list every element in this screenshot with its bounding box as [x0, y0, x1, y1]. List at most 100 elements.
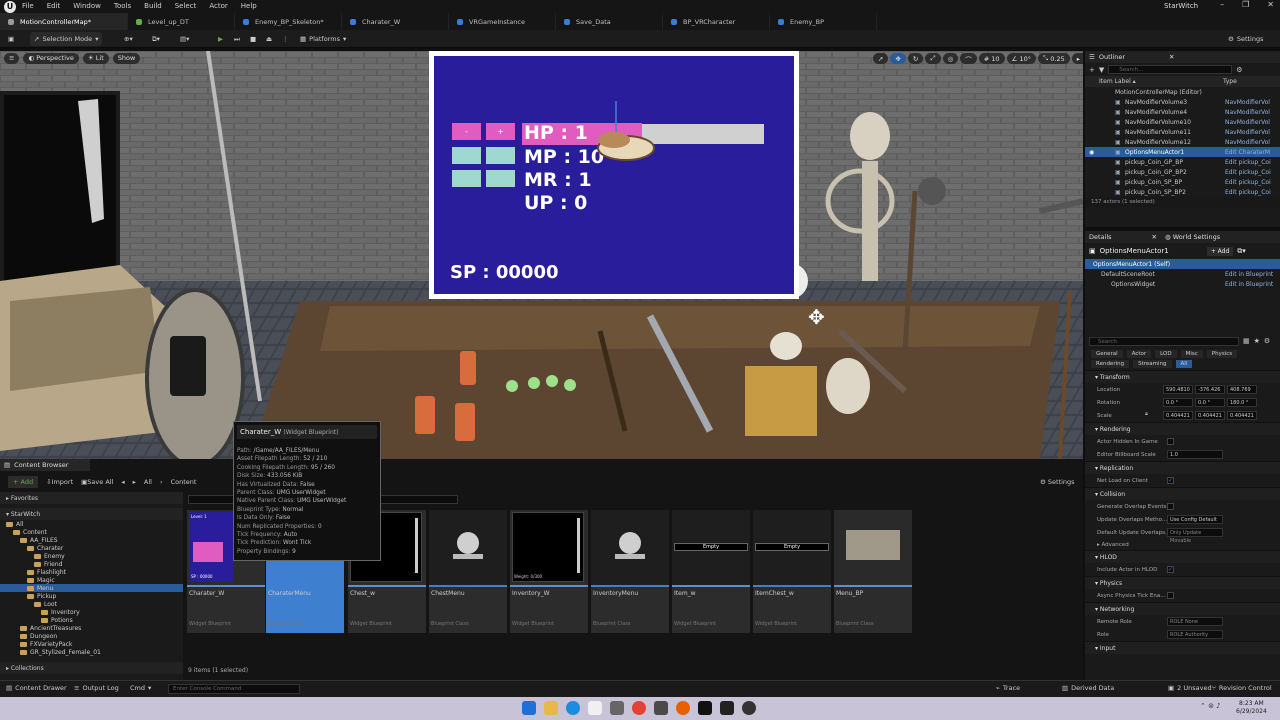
scale-snap-button[interactable]: ⤡ 0.25 — [1037, 53, 1070, 64]
taskbar-clock[interactable]: 8:23 AM 6/29/2024 — [1236, 700, 1267, 716]
tab-vrgameinstance[interactable]: VRGameInstance — [449, 13, 556, 30]
gizmo-move-icon[interactable]: ✥ — [808, 305, 825, 329]
maximize-icon[interactable]: ❐ — [1242, 0, 1249, 9]
outliner-row[interactable]: ▣ pickup_Coin_GP_BP2 Edit pickup_Coi — [1085, 167, 1280, 177]
file-explorer-icon[interactable] — [544, 701, 558, 715]
tab-bp-vrcharacter[interactable]: BP_VRCharacter — [663, 13, 770, 30]
close-tab-icon[interactable]: ✕ — [1169, 53, 1174, 61]
grid-view-icon[interactable]: ▦ — [1243, 337, 1250, 345]
output-log-button[interactable]: ≡ Output Log — [74, 684, 119, 692]
section-networking[interactable]: ▾ Networking — [1085, 602, 1280, 615]
outliner-tab[interactable]: ☰ Outliner ✕ — [1085, 51, 1280, 63]
rotation-y-field[interactable]: 0.0 ° — [1195, 398, 1225, 407]
edge-icon[interactable] — [566, 701, 580, 715]
location-y-field[interactable]: -376.426 — [1195, 385, 1225, 394]
cmd-dropdown[interactable]: Cmd ▾ — [130, 684, 151, 692]
filter-chip[interactable]: Streaming — [1133, 360, 1172, 368]
settings-gear-icon[interactable]: ⚙ — [1264, 337, 1270, 345]
close-icon[interactable]: ✕ — [1267, 0, 1274, 9]
outliner-row[interactable]: ▣ pickup_Coin_SP_BP Edit pickup_Coi — [1085, 177, 1280, 187]
perspective-button[interactable]: ◐ Perspective — [23, 52, 79, 64]
trace-button[interactable]: ⌁ Trace — [996, 684, 1020, 692]
revision-control-button[interactable]: ⑂ Revision Control — [1212, 684, 1272, 692]
billboard-scale-field[interactable]: 1.0 — [1167, 450, 1223, 459]
rotation-x-field[interactable]: 0.0 ° — [1163, 398, 1193, 407]
cb-settings-button[interactable]: ⚙ Settings — [1040, 478, 1075, 486]
folder-tree-item[interactable]: Loot — [0, 600, 183, 608]
blueprint-icon[interactable]: ⧉▾ — [1237, 247, 1246, 256]
filter-chip[interactable]: Physics — [1206, 350, 1238, 358]
folder-tree-item[interactable]: AncientTreasures — [0, 624, 183, 632]
update-overlaps-dropdown[interactable]: Use Config Default — [1167, 515, 1223, 524]
menu-window[interactable]: Window — [73, 2, 101, 10]
add-icon[interactable]: + — [1089, 66, 1095, 74]
import-button[interactable]: ⇩Import — [46, 478, 73, 486]
section-hlod[interactable]: ▾ HLOD — [1085, 550, 1280, 563]
tab-charater-w[interactable]: Charater_W — [342, 13, 449, 30]
folder-tree-item[interactable]: Friend — [0, 560, 183, 568]
windows-start-icon[interactable] — [522, 701, 536, 715]
outliner-row[interactable]: ▣ pickup_Coin_SP_BP2 Edit pickup_Coi — [1085, 187, 1280, 197]
menu-actor[interactable]: Actor — [209, 2, 227, 10]
viewport-options-button[interactable]: ≡ — [4, 52, 20, 64]
filter-chip[interactable]: Misc — [1180, 350, 1203, 358]
asset-tile[interactable]: Menu_BP Blueprint Class — [834, 510, 912, 633]
details-search-input[interactable]: Search — [1089, 336, 1239, 346]
show-button[interactable]: Show — [112, 52, 141, 64]
platforms-dropdown[interactable]: ▦ Platforms ▾ — [296, 32, 350, 46]
project-root-header[interactable]: ▾ StarWitch — [0, 508, 183, 520]
asset-tile[interactable]: Empty Item_w Widget Blueprint — [672, 510, 750, 633]
outliner-row[interactable]: ▣ NavModifierVolume3 NavModifierVol — [1085, 97, 1280, 107]
folder-tree-item[interactable]: Charater — [0, 544, 183, 552]
settings-gear-icon[interactable]: ⚙ — [1236, 66, 1242, 74]
section-rendering[interactable]: ▾ Rendering — [1085, 422, 1280, 435]
folder-tree-item[interactable]: All — [0, 520, 183, 528]
derived-data-button[interactable]: ▥ Derived Data — [1062, 684, 1114, 692]
folder-tree-item[interactable]: Enemy — [0, 552, 183, 560]
obs-icon[interactable] — [742, 701, 756, 715]
filter-chip[interactable]: General — [1091, 350, 1123, 358]
menu-build[interactable]: Build — [144, 2, 162, 10]
content-drawer-button[interactable]: ▤ Content Drawer — [6, 684, 67, 692]
tab-enemy-bp[interactable]: Enemy_BP — [770, 13, 877, 30]
role-dropdown[interactable]: ROLE Authority — [1167, 630, 1223, 639]
skip-icon[interactable]: ⏭ — [230, 32, 244, 46]
add-component-button[interactable]: + Add — [1206, 246, 1234, 256]
add-actor-icon[interactable]: ⊕▾ — [120, 32, 137, 46]
unreal-taskbar-icon[interactable] — [698, 701, 712, 715]
cinematics-icon[interactable]: ▤▾ — [176, 32, 193, 46]
menu-edit[interactable]: Edit — [47, 2, 61, 10]
scale-z-field[interactable]: 0.404421 — [1227, 411, 1257, 420]
recorder-icon[interactable] — [720, 701, 734, 715]
generate-overlap-checkbox[interactable] — [1167, 503, 1174, 510]
outliner-row[interactable]: ▣ pickup_Coin_GP_BP Edit pickup_Coi — [1085, 157, 1280, 167]
save-icon[interactable]: ▣ — [4, 32, 18, 46]
play-icon[interactable]: ▶ — [214, 32, 227, 46]
console-input[interactable]: Enter Console Command — [168, 684, 300, 694]
breadcrumb-all[interactable]: All — [144, 478, 152, 486]
notepad-icon[interactable] — [588, 701, 602, 715]
section-replication[interactable]: ▾ Replication — [1085, 461, 1280, 474]
asset-tile[interactable]: Weight: 0/300 Inventory_W Widget Blueprint — [510, 510, 588, 633]
folder-tree-item[interactable]: Flashlight — [0, 568, 183, 576]
filter-chip[interactable]: All — [1175, 360, 1193, 368]
history-back-icon[interactable]: ◂ — [121, 478, 124, 486]
favorites-header[interactable]: ▸ Favorites — [0, 492, 183, 504]
component-row[interactable]: DefaultSceneRoot Edit in Blueprint — [1085, 269, 1280, 279]
close-tab-icon[interactable]: ✕ — [1152, 233, 1157, 241]
scale-x-field[interactable]: 0.404421 — [1163, 411, 1193, 420]
eye-icon[interactable]: ◉ — [1089, 149, 1094, 156]
level-viewport[interactable]: ≡ ◐ Perspective ☀ Lit Show ➚ ✥ ↻ ⤢ ◎ ⌒ #… — [0, 51, 1083, 459]
folder-tree-item[interactable]: Content — [0, 528, 183, 536]
outliner-row[interactable]: ◉ ▣ OptionsMenuActor1 Edit CharaterM — [1085, 147, 1280, 157]
rotation-snap-button[interactable]: ∠ 10° — [1006, 53, 1036, 64]
eject-icon[interactable]: ⏏ — [262, 32, 276, 46]
actor-name-field[interactable]: OptionsMenuActor1 — [1100, 247, 1169, 255]
rotate-tool-icon[interactable]: ↻ — [907, 53, 924, 64]
camera-speed-button[interactable]: ▸ 1 — [1071, 53, 1083, 64]
outliner-search-input[interactable]: Search... — [1108, 65, 1233, 74]
filter-chip[interactable]: Actor — [1126, 350, 1152, 358]
details-tab[interactable]: Details — [1089, 233, 1112, 241]
settings-button[interactable]: ⚙ Settings — [1224, 32, 1268, 46]
asset-tile[interactable]: InventoryMenu Blueprint Class — [591, 510, 669, 633]
